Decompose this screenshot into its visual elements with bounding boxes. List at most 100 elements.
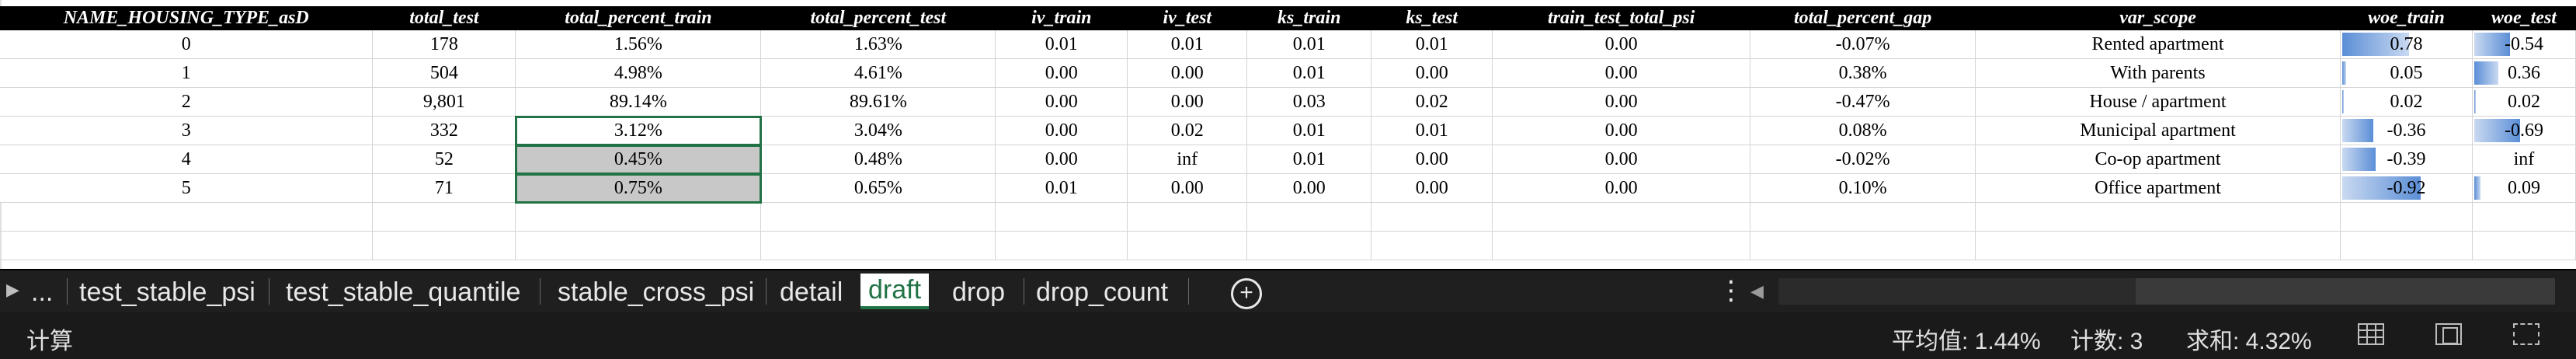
cell-ks-test[interactable]: 0.00 [1371,58,1493,88]
cell-iv-train[interactable]: 0.01 [995,173,1128,203]
cell-woe-test[interactable]: 0.36 [2472,58,2576,88]
empty-cell[interactable] [515,202,762,232]
cell-psi[interactable]: 0.00 [1492,145,1751,174]
cell-var-scope[interactable]: With parents [1975,58,2341,88]
empty-cell[interactable] [1492,202,1751,232]
tab-draft[interactable]: draft [860,274,930,309]
tab-stable-cross-psi[interactable]: stable_cross_psi [550,275,762,309]
cell-iv-train[interactable]: 0.00 [995,87,1128,117]
cell-var-scope[interactable]: House / apartment [1975,87,2341,117]
cell-iv-train[interactable]: 0.01 [995,30,1128,59]
cell-woe-test[interactable]: 0.02 [2472,87,2576,117]
cell-percent-test[interactable]: 4.61% [760,58,996,88]
page-layout-view-icon[interactable] [2435,323,2462,345]
cell-ks-train[interactable]: 0.03 [1246,87,1372,117]
cell-total-test[interactable]: 71 [372,173,516,203]
col-header[interactable]: ks_train [1246,6,1372,30]
col-header[interactable]: iv_test [1127,6,1248,30]
cell-iv-test[interactable]: 0.00 [1127,87,1248,117]
tab-test-stable-quantile[interactable]: test_stable_quantile [278,275,528,309]
cell-woe-train[interactable]: -0.92 [2340,173,2473,203]
cell-iv-test[interactable]: 0.00 [1127,173,1248,203]
cell-psi[interactable]: 0.00 [1492,173,1751,203]
col-header[interactable]: total_percent_test [760,6,996,30]
cell-iv-test[interactable]: 0.01 [1127,30,1248,59]
cell-percent-gap[interactable]: 0.10% [1750,173,1976,203]
cell-total-test[interactable]: 9,801 [372,87,516,117]
empty-cell[interactable] [372,202,516,232]
cell-percent-train[interactable]: 89.14% [515,87,762,117]
cell-percent-train[interactable]: 0.45% [514,144,762,175]
cell-percent-test[interactable]: 1.63% [760,30,996,59]
empty-cell[interactable] [995,202,1128,232]
col-header[interactable]: iv_train [995,6,1128,30]
cell-ks-train[interactable]: 0.01 [1246,58,1372,88]
cell-percent-test[interactable]: 3.04% [760,116,996,145]
cell-percent-gap[interactable]: 0.08% [1750,116,1976,145]
empty-cell[interactable] [0,202,374,232]
cell-woe-train[interactable]: 0.05 [2340,58,2473,88]
cell-percent-gap[interactable]: 0.38% [1750,58,1976,88]
cell-ks-test[interactable]: 0.01 [1371,116,1493,145]
empty-cell[interactable] [760,231,996,260]
empty-cell[interactable] [1246,202,1372,232]
col-header[interactable]: woe_train [2340,6,2473,30]
empty-cell[interactable] [2472,202,2576,232]
col-header[interactable]: woe_test [2472,6,2576,30]
empty-cell[interactable] [515,231,762,260]
cell-housing-type[interactable]: 3 [0,116,374,145]
cell-total-test[interactable]: 332 [372,116,516,145]
cell-var-scope[interactable]: Office apartment [1975,173,2341,203]
col-header[interactable]: ks_test [1371,6,1493,30]
tab-more[interactable]: ... [23,275,61,309]
empty-cell[interactable] [1127,231,1248,260]
cell-iv-train[interactable]: 0.00 [995,116,1128,145]
cell-housing-type[interactable]: 2 [0,87,374,117]
cell-var-scope[interactable]: Co-op apartment [1975,145,2341,174]
cell-ks-train[interactable]: 0.01 [1246,30,1372,59]
col-header[interactable]: total_percent_gap [1750,6,1976,30]
cell-ks-train[interactable]: 0.01 [1246,145,1372,174]
cell-ks-test[interactable]: 0.00 [1371,145,1493,174]
cell-iv-train[interactable]: 0.00 [995,58,1128,88]
col-header[interactable]: total_percent_train [515,6,762,30]
cell-percent-train[interactable]: 1.56% [515,30,762,59]
cell-percent-test[interactable]: 89.61% [760,87,996,117]
cell-iv-test[interactable]: 0.00 [1127,58,1248,88]
col-header[interactable]: NAME_HOUSING_TYPE_asD [0,6,374,30]
empty-cell[interactable] [2340,231,2473,260]
cell-ks-test[interactable]: 0.01 [1371,30,1493,59]
cell-iv-train[interactable]: 0.00 [995,145,1128,174]
cell-total-test[interactable]: 52 [372,145,516,174]
cell-ks-test[interactable]: 0.02 [1371,87,1493,117]
cell-woe-test[interactable]: -0.54 [2472,30,2576,59]
col-header[interactable]: var_scope [1975,6,2341,30]
empty-cell[interactable] [1371,231,1493,260]
empty-cell[interactable] [995,231,1128,260]
empty-cell[interactable] [760,202,996,232]
cell-psi[interactable]: 0.00 [1492,116,1751,145]
scrollbar-thumb[interactable] [2136,278,2555,305]
cell-woe-test[interactable]: inf [2472,145,2576,174]
empty-cell[interactable] [1975,231,2341,260]
empty-cell[interactable] [1371,202,1493,232]
cell-percent-train[interactable]: 0.75% [514,173,762,204]
normal-view-icon[interactable] [2358,323,2384,345]
cell-percent-test[interactable]: 0.65% [760,173,996,203]
tab-test-stable-psi[interactable]: test_stable_psi [71,275,263,309]
cell-percent-gap[interactable]: -0.47% [1750,87,1976,117]
add-sheet-icon[interactable]: + [1231,278,1262,309]
col-header[interactable]: total_test [372,6,516,30]
tab-drop[interactable]: drop [944,275,1013,309]
cell-housing-type[interactable]: 5 [0,173,374,203]
cell-iv-test[interactable]: inf [1127,145,1248,174]
cell-total-test[interactable]: 504 [372,58,516,88]
cell-woe-train[interactable]: 0.78 [2340,30,2473,59]
page-break-view-icon[interactable] [2513,323,2539,345]
col-header[interactable]: train_test_total_psi [1492,6,1751,30]
cell-psi[interactable]: 0.00 [1492,87,1751,117]
cell-woe-train[interactable]: -0.36 [2340,116,2473,145]
cell-var-scope[interactable]: Municipal apartment [1975,116,2341,145]
cell-percent-train[interactable]: 3.12% [514,115,762,146]
empty-cell[interactable] [1127,202,1248,232]
